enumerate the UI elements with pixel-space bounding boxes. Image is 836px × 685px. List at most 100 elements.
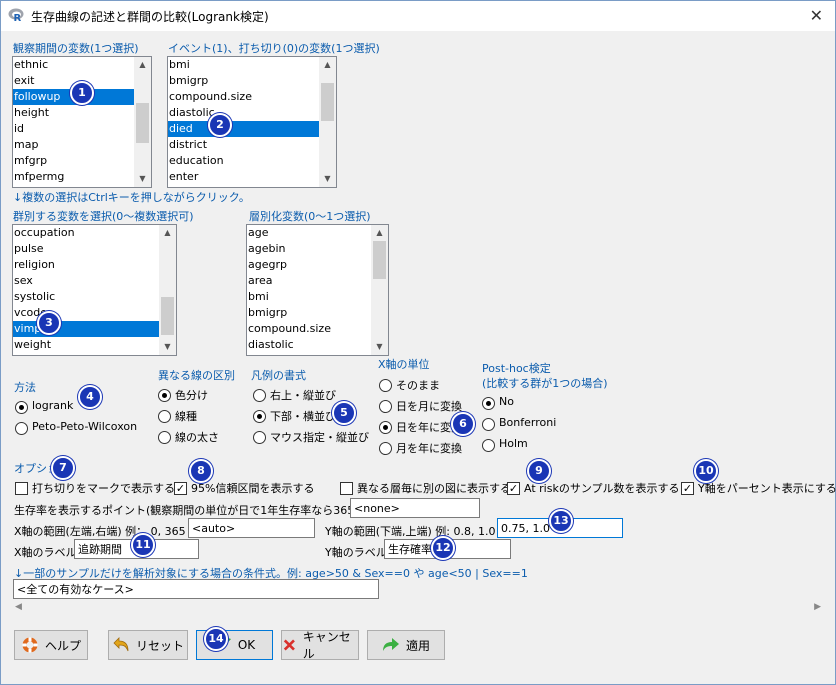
list-item[interactable]: bmigrp [168,73,336,89]
list-item[interactable]: occupation [13,225,176,241]
posthoc-radio-2[interactable] [482,439,495,452]
line-diff-radio-label[interactable]: 線の太さ [175,429,219,445]
line-diff-radio-1[interactable] [158,410,171,423]
legend-radio-label[interactable]: 下部・横並び [270,408,336,424]
scroll-thumb[interactable] [161,297,174,335]
scroll-thumb[interactable] [136,103,149,143]
posthoc-radio-label[interactable]: No [499,395,514,408]
list-item[interactable]: map [13,137,151,153]
method-radio-label[interactable]: logrank [32,399,73,412]
line-diff-radio-label[interactable]: 色分け [175,387,208,403]
option-checkbox-2[interactable] [340,482,353,495]
xunit-radio-0[interactable] [379,379,392,392]
apply-button[interactable]: 適用 [367,630,445,660]
list-item[interactable]: education [168,153,336,169]
scroll-left-icon[interactable]: ◀ [15,602,22,612]
line-diff-radio-0[interactable] [158,389,171,402]
list-item[interactable]: bmi [247,289,388,305]
option-checkbox-4[interactable]: ✓ [681,482,694,495]
list-item[interactable]: compound.size [247,321,388,337]
list-item[interactable]: agebin [247,241,388,257]
xunit-radio-label[interactable]: 月を年に変換 [396,440,462,456]
posthoc-radio-1[interactable] [482,418,495,431]
list-item[interactable]: sex [13,273,176,289]
cancel-button[interactable]: キャンセル [281,630,359,661]
list-item[interactable]: district [168,137,336,153]
subset-input[interactable]: <全ての有効なケース> [13,579,379,599]
option-checkbox-1[interactable]: ✓ [174,482,187,495]
posthoc-radio-0[interactable] [482,397,495,410]
xunit-radio-label[interactable]: そのまま [396,377,440,393]
observation-listbox[interactable]: ethnic exit followup height id map mfgrp mfperm… [12,56,152,188]
arrow-right-icon [382,638,399,651]
observation-scrollbar[interactable]: ▲ ▼ [134,57,151,187]
survival-point-input[interactable]: <none> [350,498,480,518]
scroll-down-icon[interactable]: ▼ [159,339,176,355]
option-checkbox-3[interactable]: ✓ [507,482,520,495]
close-icon[interactable]: ✕ [810,6,823,25]
list-item[interactable]: mfgrp [13,153,151,169]
list-item[interactable]: bmi [168,57,336,73]
legend-radio-1[interactable] [253,410,266,423]
event-listbox[interactable]: bmi bmigrp compound.size diastolic died distr… [167,56,337,188]
horizontal-scrollbar[interactable]: ◀ ▶ [13,602,823,616]
legend-radio-label[interactable]: マウス指定・縦並び [270,429,369,445]
event-scrollbar[interactable]: ▲ ▼ [319,57,336,187]
option-checkbox-label[interactable]: 打ち切りをマークで表示する [32,480,175,496]
scroll-thumb[interactable] [373,241,386,279]
help-button[interactable]: ヘルプ [14,630,88,660]
legend-radio-label[interactable]: 右上・縦並び [270,387,336,403]
scroll-up-icon[interactable]: ▲ [319,57,336,73]
xunit-radio-2[interactable] [379,421,392,434]
xunit-radio-label[interactable]: 日を月に変換 [396,398,462,414]
list-item[interactable]: age [247,225,388,241]
option-checkbox-0[interactable] [15,482,28,495]
scroll-down-icon[interactable]: ▼ [319,171,336,187]
method-radio-1[interactable] [15,422,28,435]
legend-radio-2[interactable] [253,431,266,444]
option-checkbox-label[interactable]: At riskのサンプル数を表示する [524,480,680,496]
scroll-down-icon[interactable]: ▼ [134,171,151,187]
option-checkbox-label[interactable]: 異なる層毎に別の図に表示する [357,480,511,496]
list-item[interactable]: weight [13,337,176,353]
scroll-up-icon[interactable]: ▲ [134,57,151,73]
list-item[interactable]: religion [13,257,176,273]
scroll-up-icon[interactable]: ▲ [159,225,176,241]
list-item[interactable]: compound.size [168,89,336,105]
list-item[interactable]: enter [168,169,336,185]
scroll-thumb[interactable] [321,83,334,121]
list-item[interactable]: height [13,105,151,121]
scroll-up-icon[interactable]: ▲ [371,225,388,241]
strata-scrollbar[interactable]: ▲ ▼ [371,225,388,355]
list-item[interactable]: agegrp [247,257,388,273]
scroll-down-icon[interactable]: ▼ [371,339,388,355]
posthoc-radio-label[interactable]: Bonferroni [499,416,556,429]
list-item[interactable]: diastolic [168,105,336,121]
list-item[interactable]: id [13,121,151,137]
list-item[interactable]: systolic [13,289,176,305]
option-checkbox-label[interactable]: Y軸をパーセント表示にする [698,480,836,496]
group-scrollbar[interactable]: ▲ ▼ [159,225,176,355]
reset-button[interactable]: リセット [108,630,188,660]
xunit-radio-1[interactable] [379,400,392,413]
list-item[interactable]: ethnic [13,57,151,73]
scroll-right-icon[interactable]: ▶ [814,602,821,612]
list-item[interactable]: area [247,273,388,289]
posthoc-radio-label[interactable]: Holm [499,437,528,450]
option-checkbox-label[interactable]: 95%信頼区間を表示する [191,480,314,496]
xunit-radio-3[interactable] [379,442,392,455]
line-diff-radio-label[interactable]: 線種 [175,408,197,424]
group-listbox[interactable]: occupation pulse religion sex systolic vcode v… [12,224,177,356]
list-item[interactable]: died [168,121,336,137]
xrange-input[interactable]: <auto> [188,518,315,538]
strata-listbox[interactable]: age agebin agegrp area bmi bmigrp compound.siz… [246,224,389,356]
list-item[interactable]: diastolic [247,337,388,353]
method-radio-0[interactable] [15,401,28,414]
list-item[interactable]: mfpermg [13,169,151,185]
list-item[interactable]: bmigrp [247,305,388,321]
undo-icon [113,637,129,652]
list-item[interactable]: pulse [13,241,176,257]
legend-radio-0[interactable] [253,389,266,402]
line-diff-radio-2[interactable] [158,431,171,444]
method-radio-label[interactable]: Peto-Peto-Wilcoxon [32,420,137,433]
